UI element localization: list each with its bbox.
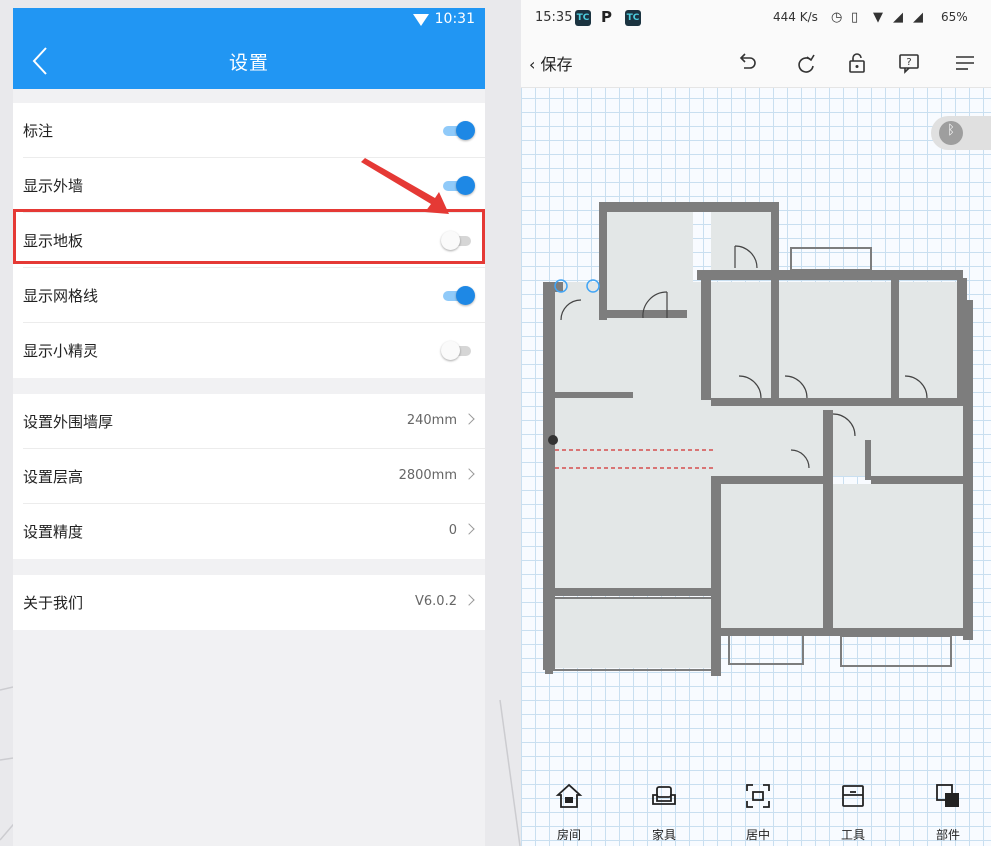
nav-furniture[interactable]: 家具 — [634, 782, 694, 843]
setting-row-floor-height[interactable]: 设置层高 2800mm — [23, 449, 485, 504]
version-value: V6.0.2 — [415, 594, 457, 609]
parameter-settings-group: 设置外围墙厚 240mm 设置层高 2800mm 设置精度 0 — [13, 394, 485, 559]
toggle-label: 显示外墙 — [23, 177, 84, 195]
setting-label: 设置外围墙厚 — [23, 413, 114, 431]
nav-rooms[interactable]: 房间 — [539, 782, 599, 843]
chevron-right-icon — [463, 523, 475, 535]
floorplan-screen: 15:35 TC P TC 444 K/s ◷ ▯ ▼ ◢ ◢ 65% ‹ 保存… — [521, 0, 991, 846]
setting-row-precision[interactable]: 设置精度 0 — [23, 504, 485, 559]
nav-components[interactable]: 部件 — [918, 782, 978, 843]
setting-label: 设置精度 — [23, 523, 84, 541]
nav-label: 房间 — [556, 828, 581, 842]
toggle-row-annotation[interactable]: 标注 — [23, 103, 485, 158]
display-toggles-group: 标注 显示外墙 显示地板 显示网格线 显示小精灵 — [13, 103, 485, 378]
toggle-label: 显示小精灵 — [23, 342, 99, 360]
nav-label: 工具 — [840, 828, 865, 842]
setting-row-wall-thickness[interactable]: 设置外围墙厚 240mm — [23, 394, 485, 449]
status-time: 10:31 — [434, 11, 475, 27]
wifi-icon — [413, 14, 429, 26]
toggle-label: 显示网格线 — [23, 287, 99, 305]
chevron-right-icon — [463, 413, 475, 425]
setting-value: 240mm — [406, 413, 457, 428]
setting-value: 2800mm — [398, 468, 457, 483]
house-icon — [555, 783, 583, 808]
toggle-row-grid[interactable]: 显示网格线 — [23, 268, 485, 323]
nav-label: 居中 — [745, 828, 770, 842]
chevron-right-icon — [463, 594, 475, 606]
setting-value: 0 — [448, 523, 457, 538]
annotation-switch[interactable] — [441, 121, 475, 140]
floorplan-canvas[interactable] — [521, 0, 991, 846]
grid-switch[interactable] — [441, 286, 475, 305]
sofa-icon — [652, 786, 676, 805]
toggle-row-sprite[interactable]: 显示小精灵 — [23, 323, 485, 378]
app-header: 设置 — [13, 32, 485, 89]
status-bar: 10:31 — [13, 8, 485, 32]
floor-switch[interactable] — [441, 231, 473, 250]
settings-screen: 10:31 设置 标注 显示外墙 显示地板 显示网格线 显示小精灵 设置外围墙厚… — [13, 8, 485, 846]
annotation-arrow-icon — [361, 158, 449, 214]
component-icon — [936, 784, 959, 807]
nav-label: 部件 — [935, 828, 960, 842]
center-icon — [746, 784, 770, 808]
nav-label: 家具 — [651, 828, 676, 842]
about-label: 关于我们 — [23, 594, 84, 612]
nav-center[interactable]: 居中 — [728, 782, 788, 843]
toggle-label: 标注 — [23, 122, 54, 140]
toggle-row-floor[interactable]: 显示地板 — [23, 213, 485, 268]
about-row[interactable]: 关于我们 V6.0.2 — [23, 575, 485, 630]
page-title: 设置 — [228, 52, 269, 74]
chevron-right-icon — [463, 468, 475, 480]
bottom-navigation: 房间 家具 居中 工具 部件 — [521, 770, 991, 846]
toolbox-icon — [842, 785, 864, 807]
nav-tools[interactable]: 工具 — [823, 782, 883, 843]
toggle-label: 显示地板 — [23, 232, 84, 250]
sprite-switch[interactable] — [441, 341, 473, 360]
setting-label: 设置层高 — [23, 468, 84, 486]
about-group: 关于我们 V6.0.2 — [13, 575, 485, 630]
